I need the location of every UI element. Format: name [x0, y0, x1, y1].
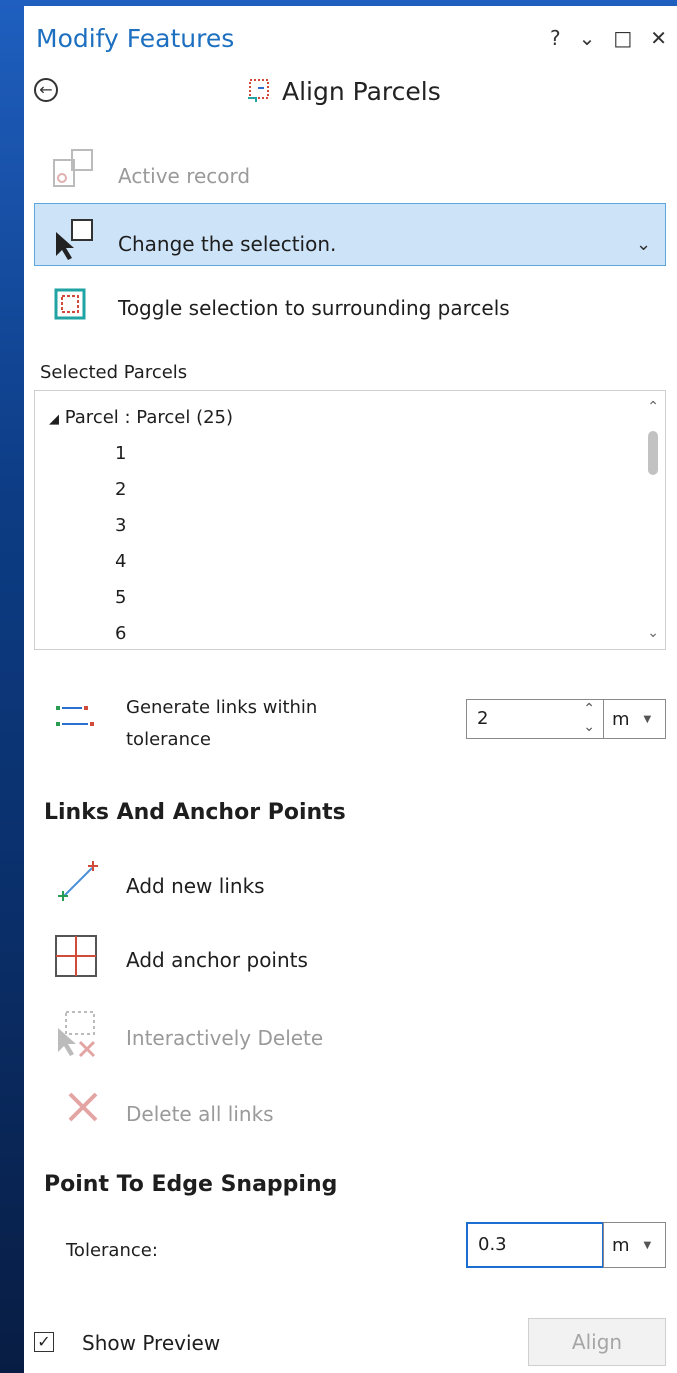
scrollbar-thumb[interactable] [648, 431, 658, 475]
active-record-icon [52, 146, 102, 192]
snapping-unit-value: m [612, 1234, 630, 1256]
toggle-selection-option[interactable]: Toggle selection to surrounding parcels [118, 296, 510, 320]
dropdown-arrow-icon: ▼ [643, 1239, 652, 1251]
spin-up-icon[interactable]: ⌃ [583, 700, 595, 718]
scroll-up-icon[interactable]: ⌃ [647, 399, 659, 415]
list-item[interactable]: 3 [115, 515, 126, 536]
spin-down-icon[interactable]: ⌄ [583, 718, 595, 736]
pane-title: Modify Features [36, 24, 235, 53]
generate-links-label[interactable]: Generate links within tolerance [126, 692, 317, 756]
chevron-down-icon[interactable]: ⌄ [579, 26, 596, 50]
interactively-delete-button[interactable]: Interactively Delete [126, 1026, 323, 1050]
snapping-unit-dropdown[interactable]: m ▼ [603, 1222, 666, 1268]
select-cursor-icon [52, 216, 102, 262]
list-item[interactable]: 2 [115, 479, 126, 500]
tree-group[interactable]: ◢ Parcel : Parcel (25) [49, 407, 233, 428]
add-anchor-points-button[interactable]: Add anchor points [126, 948, 308, 972]
generate-links-icon [54, 702, 104, 732]
align-button[interactable]: Align [528, 1318, 666, 1366]
scroll-down-icon[interactable]: ⌄ [647, 625, 659, 641]
close-icon[interactable]: ✕ [650, 26, 667, 50]
snapping-heading: Point To Edge Snapping [44, 1172, 338, 1197]
parcel-group-label: Parcel : Parcel (25) [64, 407, 234, 428]
add-links-icon [54, 858, 102, 906]
add-new-links-button[interactable]: Add new links [126, 874, 265, 898]
toggle-selection-icon [52, 284, 92, 324]
links-anchor-heading: Links And Anchor Points [44, 800, 346, 825]
list-item[interactable]: 1 [115, 443, 126, 464]
anchor-points-icon [52, 932, 102, 982]
list-item[interactable]: 4 [115, 551, 126, 572]
align-parcels-icon [248, 79, 269, 102]
generate-links-line1: Generate links within [126, 697, 318, 718]
delete-links-icon [66, 1090, 100, 1124]
snapping-tolerance-label: Tolerance: [66, 1240, 158, 1261]
tool-title-label: Align Parcels [282, 76, 441, 106]
dropdown-arrow-icon: ▼ [643, 713, 652, 725]
help-icon[interactable]: ? [550, 26, 561, 50]
snapping-tolerance-value: 0.3 [478, 1234, 507, 1255]
tool-title: Align Parcels [244, 76, 441, 106]
selected-parcels-label: Selected Parcels [40, 362, 188, 383]
show-preview-label[interactable]: Show Preview [82, 1331, 220, 1355]
link-tolerance-value: 2 [477, 708, 489, 729]
interactive-delete-icon [52, 1008, 102, 1058]
back-arrow-icon[interactable]: ← [34, 78, 58, 102]
list-item[interactable]: 5 [115, 587, 126, 608]
selected-parcels-list[interactable]: ◢ Parcel : Parcel (25) 1 2 3 4 5 6 ⌃ ⌄ [34, 390, 666, 650]
modify-features-pane: Modify Features ? ⌄ □ ✕ ← Align Parcels … [24, 6, 677, 1373]
collapse-triangle-icon[interactable]: ◢ [49, 412, 59, 427]
link-tolerance-input[interactable]: 2 ⌃ ⌄ [466, 699, 604, 739]
delete-all-links-button[interactable]: Delete all links [126, 1102, 274, 1126]
link-unit-value: m [612, 708, 630, 730]
window-controls: ? ⌄ □ ✕ [550, 26, 667, 50]
maximize-icon[interactable]: □ [613, 26, 632, 50]
link-unit-dropdown[interactable]: m ▼ [603, 699, 666, 739]
active-record-option[interactable]: Active record [118, 164, 250, 188]
generate-links-line2: tolerance [126, 729, 211, 750]
snapping-tolerance-input[interactable]: 0.3 [466, 1222, 604, 1268]
chevron-down-icon: ⌄ [636, 234, 652, 255]
show-preview-checkbox[interactable]: ✓ [34, 1332, 54, 1352]
list-item[interactable]: 6 [115, 623, 126, 644]
change-selection-label: Change the selection. [118, 232, 337, 256]
